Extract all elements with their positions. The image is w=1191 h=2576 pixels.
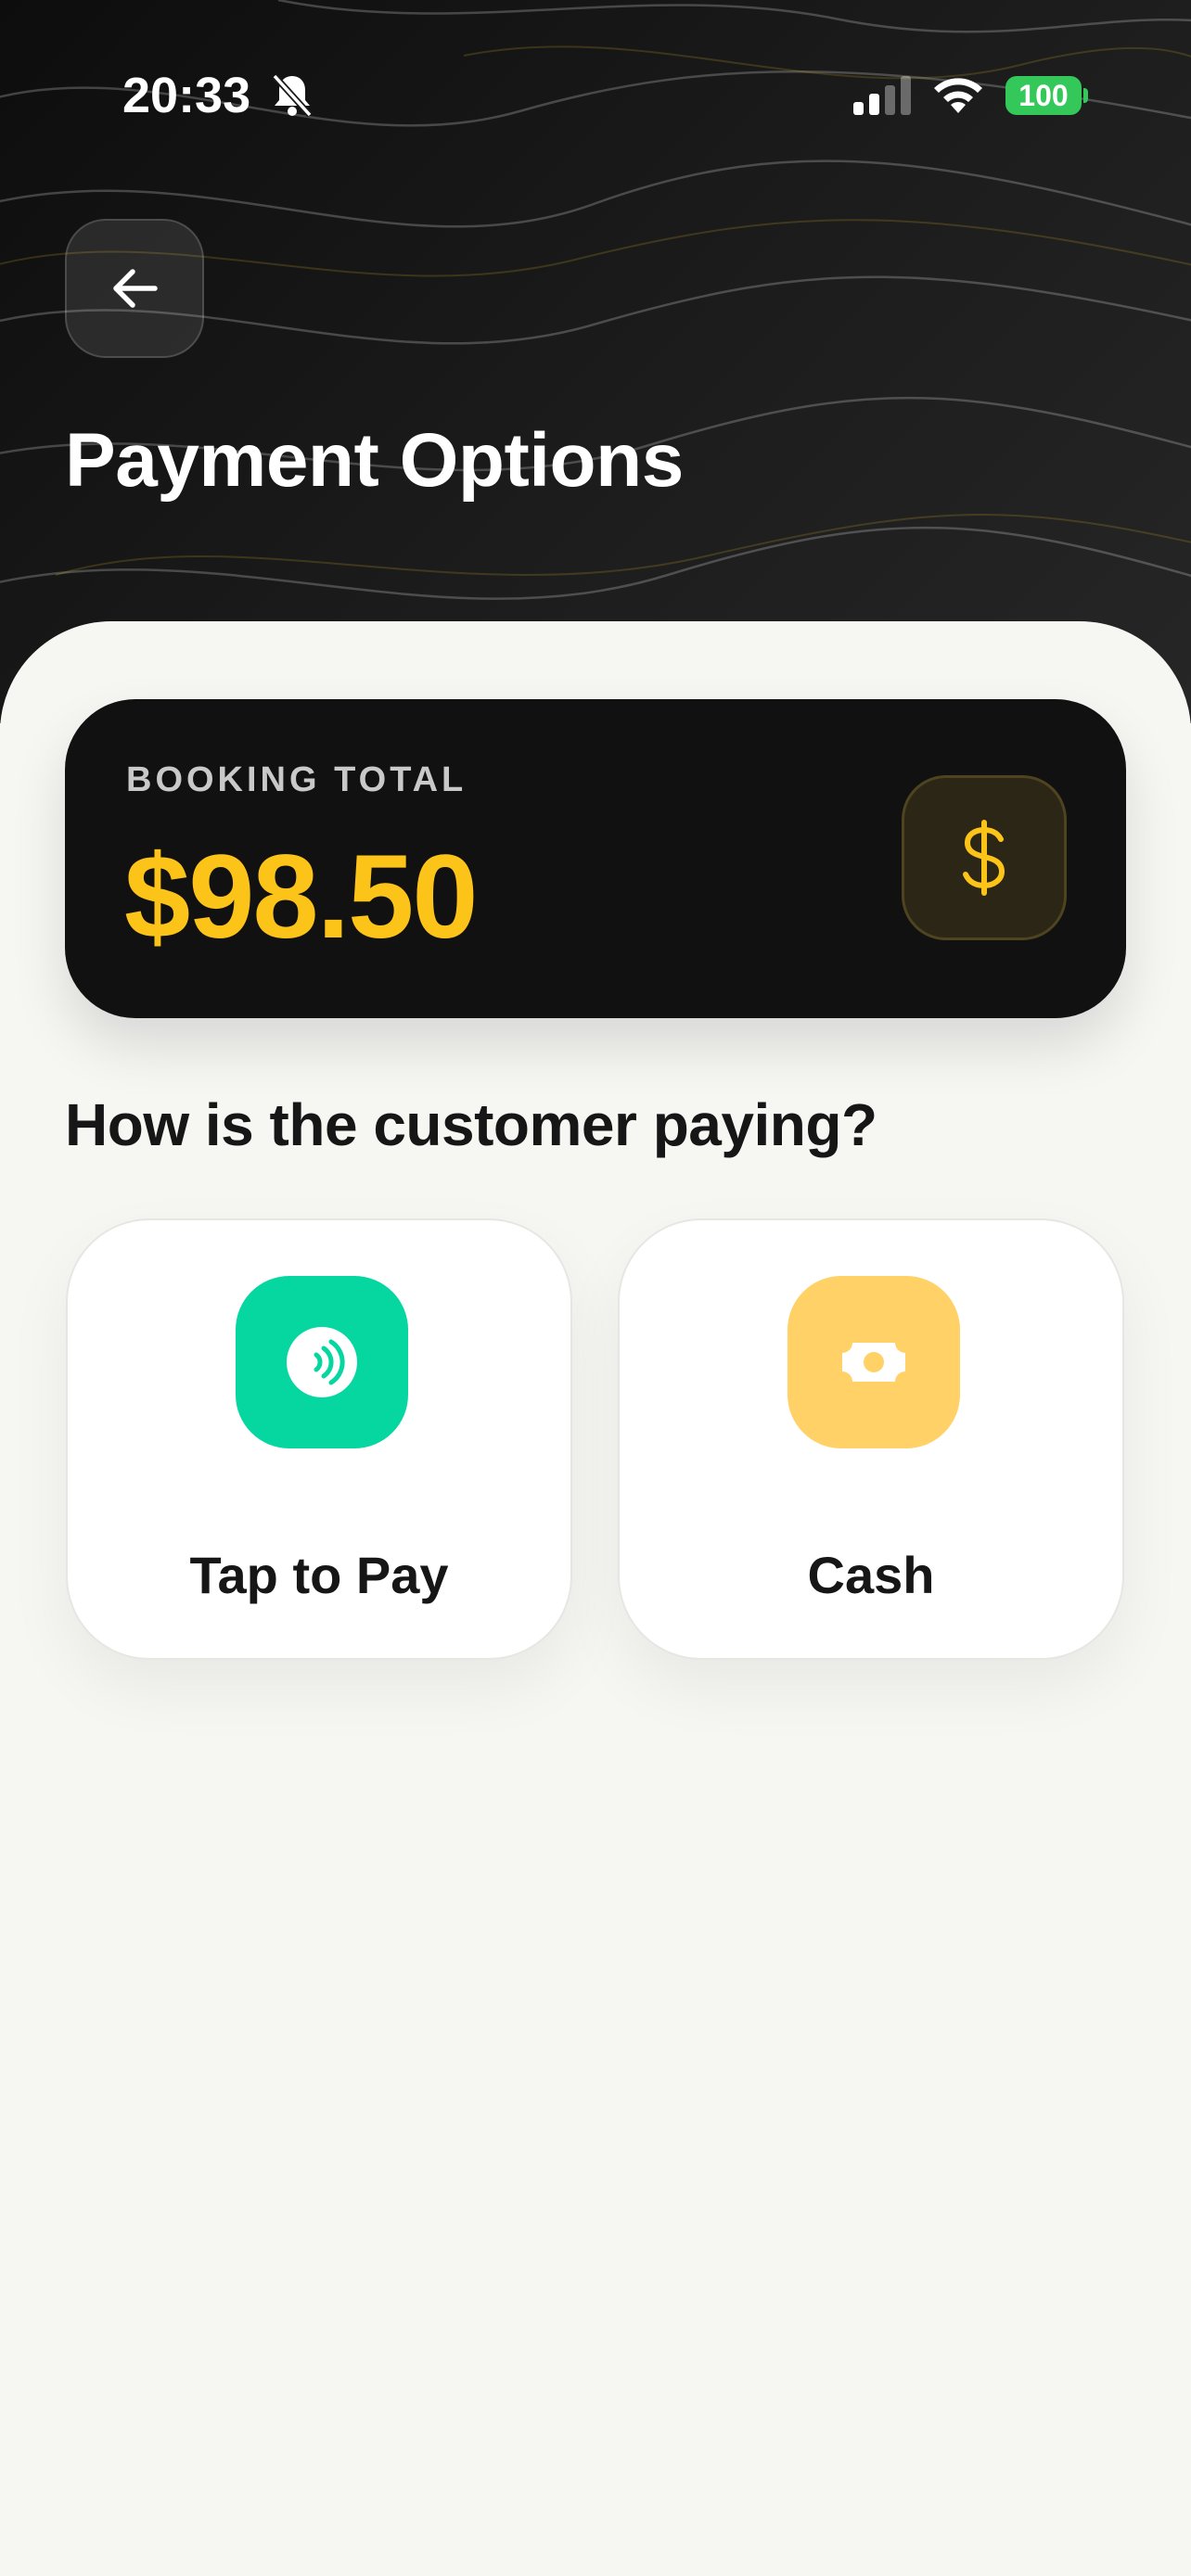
payment-options-screen: 20:33 100 Payment Options BOOKING TOTAL …	[0, 0, 1191, 2576]
booking-total-label: BOOKING TOTAL	[126, 760, 467, 799]
contactless-icon	[287, 1327, 357, 1397]
tap-to-pay-option[interactable]: Tap to Pay	[66, 1218, 572, 1660]
header-background: 20:33 100 Payment Options	[0, 0, 1191, 723]
cash-option[interactable]: Cash	[618, 1218, 1124, 1660]
cash-icon	[842, 1343, 905, 1382]
page-title: Payment Options	[65, 418, 684, 503]
cash-label: Cash	[807, 1546, 935, 1604]
status-time: 20:33	[122, 68, 251, 123]
dollar-badge	[902, 775, 1067, 940]
tap-to-pay-label: Tap to Pay	[189, 1546, 449, 1604]
tap-to-pay-icon-tile	[236, 1276, 408, 1448]
arrow-left-icon	[113, 269, 158, 308]
dollar-icon	[963, 820, 1005, 896]
battery-indicator: 100	[1005, 76, 1082, 115]
booking-total-amount: $98.50	[124, 831, 478, 963]
cellular-signal-icon	[853, 76, 911, 115]
booking-total-card: BOOKING TOTAL $98.50	[65, 699, 1126, 1018]
payment-method-question: How is the customer paying?	[65, 1091, 877, 1158]
cash-icon-tile	[788, 1276, 960, 1448]
wifi-icon	[934, 78, 982, 113]
battery-nub	[1083, 88, 1088, 103]
silent-bell-icon	[272, 73, 313, 118]
back-button[interactable]	[65, 219, 204, 358]
